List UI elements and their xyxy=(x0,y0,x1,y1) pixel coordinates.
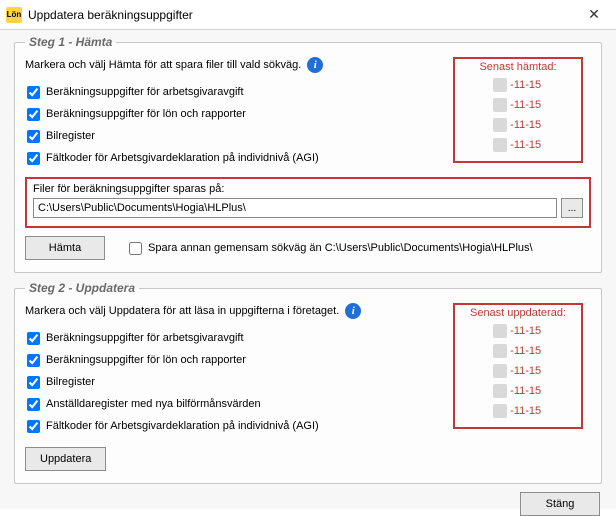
checkbox-label: Beräkningsuppgifter för arbetsgivaravgif… xyxy=(46,86,244,98)
checkbox[interactable] xyxy=(129,242,142,255)
step2-instruction: Markera och välj Uppdatera för att läsa … xyxy=(25,305,339,317)
checkbox[interactable] xyxy=(27,376,40,389)
browse-button[interactable]: ... xyxy=(561,198,583,218)
step1-instruction: Markera och välj Hämta för att spara fil… xyxy=(25,59,301,71)
step2-date: 20 -11-15 xyxy=(467,341,569,361)
step1-legend: Steg 1 - Hämta xyxy=(25,35,116,49)
step1-date: 20 -11-15 xyxy=(467,95,569,115)
date-redaction xyxy=(493,384,507,398)
title-bar: Lön Uppdatera beräkningsuppgifter ✕ xyxy=(0,0,616,30)
path-label: Filer för beräkningsuppgifter sparas på: xyxy=(33,183,583,195)
path-group: Filer för beräkningsuppgifter sparas på:… xyxy=(25,177,591,228)
checkbox-label: Anställdaregister med nya bilförmånsvärd… xyxy=(46,398,261,410)
fetch-button[interactable]: Hämta xyxy=(25,236,105,260)
step2-date: 20 -11-15 xyxy=(467,321,569,341)
path-input[interactable] xyxy=(33,198,557,218)
checkbox[interactable] xyxy=(27,420,40,433)
step1-date: 20 -11-15 xyxy=(467,135,569,155)
checkbox[interactable] xyxy=(27,108,40,121)
checkbox-label: Bilregister xyxy=(46,130,95,142)
checkbox-label: Beräkningsuppgifter för lön och rapporte… xyxy=(46,108,246,120)
checkbox-label: Beräkningsuppgifter för arbetsgivaravgif… xyxy=(46,332,244,344)
checkbox-label: Bilregister xyxy=(46,376,95,388)
date-redaction xyxy=(493,344,507,358)
step2-dates-box: Senast uppdaterad: 20 -11-15 20 -11-15 2… xyxy=(453,303,583,429)
date-redaction xyxy=(493,118,507,132)
step1-dates-title: Senast hämtad: xyxy=(467,61,569,73)
save-other-path-label: Spara annan gemensam sökväg än C:\Users\… xyxy=(148,242,533,254)
step1-dates-box: Senast hämtad: 20 -11-15 20 -11-15 20 -1… xyxy=(453,57,583,163)
checkbox-label: Fältkoder för Arbetsgivardeklaration på … xyxy=(46,152,319,164)
step1-date: 20 -11-15 xyxy=(467,75,569,95)
checkbox[interactable] xyxy=(27,86,40,99)
checkbox[interactable] xyxy=(27,152,40,165)
checkbox[interactable] xyxy=(27,398,40,411)
step1-date: 20 -11-15 xyxy=(467,115,569,135)
step1-group: Steg 1 - Hämta Markera och välj Hämta fö… xyxy=(14,35,602,273)
close-button[interactable]: Stäng xyxy=(520,492,600,516)
close-icon[interactable]: ✕ xyxy=(572,0,616,30)
checkbox[interactable] xyxy=(27,332,40,345)
info-icon[interactable]: i xyxy=(307,57,323,73)
date-redaction xyxy=(493,364,507,378)
date-redaction xyxy=(493,404,507,418)
bottom-button-row: Stäng xyxy=(14,492,602,516)
date-redaction xyxy=(493,98,507,112)
update-button[interactable]: Uppdatera xyxy=(25,447,106,471)
save-other-path-row[interactable]: Spara annan gemensam sökväg än C:\Users\… xyxy=(129,242,533,255)
date-redaction xyxy=(493,78,507,92)
step2-date: 20 -11-15 xyxy=(467,381,569,401)
step2-date: 20 -11-15 xyxy=(467,401,569,421)
date-redaction xyxy=(493,324,507,338)
window-title: Uppdatera beräkningsuppgifter xyxy=(28,8,572,22)
client-area: Steg 1 - Hämta Markera och välj Hämta fö… xyxy=(0,30,616,509)
step2-group: Steg 2 - Uppdatera Markera och välj Uppd… xyxy=(14,281,602,484)
step2-date: 20 -11-15 xyxy=(467,361,569,381)
checkbox[interactable] xyxy=(27,130,40,143)
checkbox[interactable] xyxy=(27,354,40,367)
step2-legend: Steg 2 - Uppdatera xyxy=(25,281,139,295)
checkbox-label: Fältkoder för Arbetsgivardeklaration på … xyxy=(46,420,319,432)
checkbox-label: Beräkningsuppgifter för lön och rapporte… xyxy=(46,354,246,366)
info-icon[interactable]: i xyxy=(345,303,361,319)
app-icon: Lön xyxy=(6,7,22,23)
step2-dates-title: Senast uppdaterad: xyxy=(467,307,569,319)
date-redaction xyxy=(493,138,507,152)
